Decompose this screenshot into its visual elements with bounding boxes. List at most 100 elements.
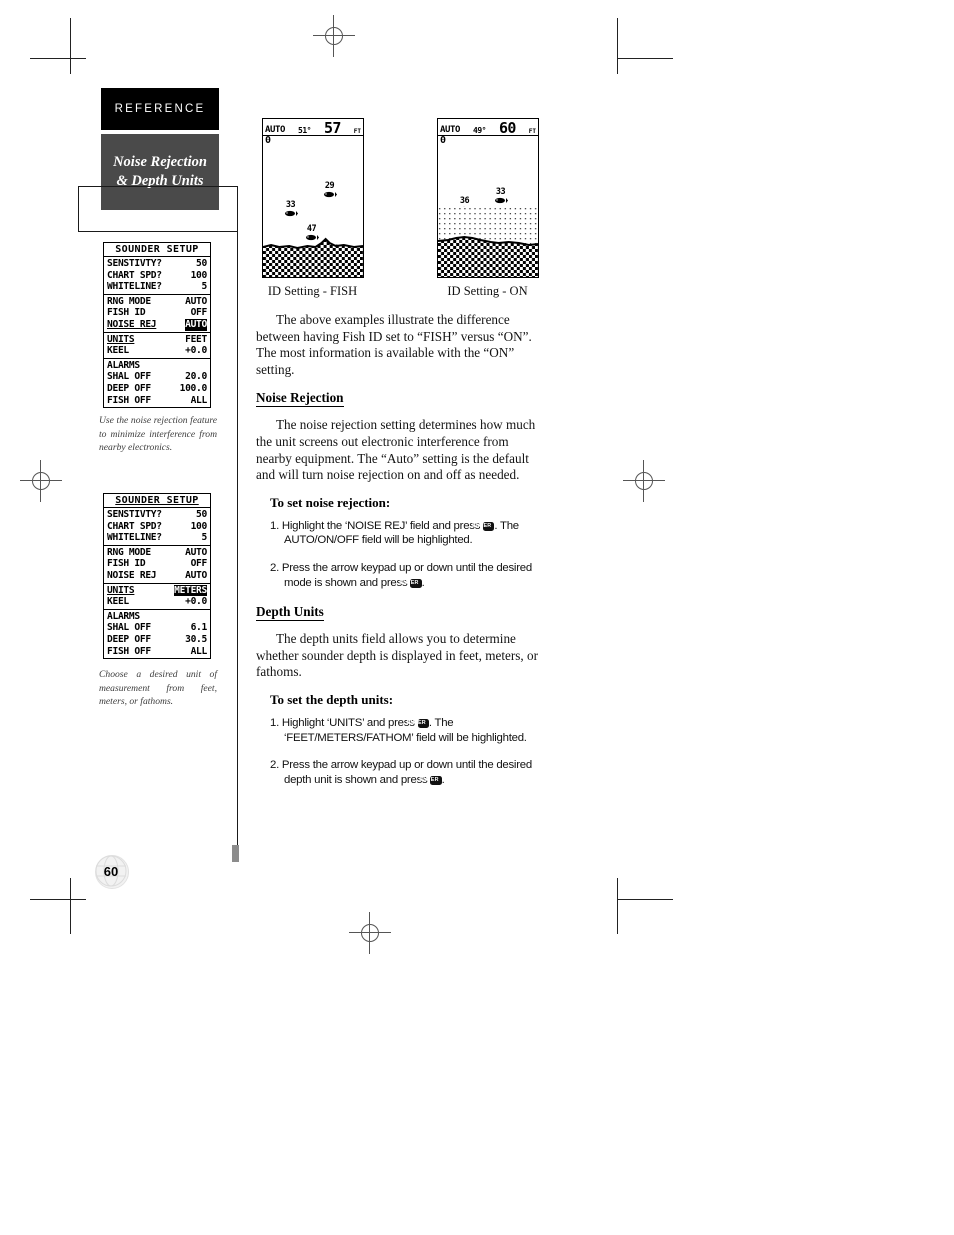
value: 50 <box>196 258 207 269</box>
label: NOISE REJ <box>107 569 157 581</box>
setup-row-alarms: ALARMS <box>104 611 210 623</box>
label: ALARMS <box>107 610 140 622</box>
setup-row-units[interactable]: UNITS METERS <box>104 584 210 597</box>
label: WHITELINE? <box>107 532 162 544</box>
fish-target-depth: 33 <box>285 200 296 210</box>
setup-row-range-mode[interactable]: RNG MODE AUTO <box>104 547 210 559</box>
sidebar-caption-units: Choose a desired unit of measurement fro… <box>99 669 217 708</box>
fish-target-depth: 36 <box>459 196 470 206</box>
label: UNITS <box>107 333 135 345</box>
crop-mark-bottom-right-h <box>617 899 673 900</box>
crop-mark-bottom-right-v <box>617 878 618 934</box>
setup-row-whiteline[interactable]: WHITELINE? 5 <box>104 281 210 293</box>
sidebar-caption-noise: Use the noise rejection feature to minim… <box>99 415 217 454</box>
setup-row-deep-alarm[interactable]: DEEP OFF 30.5 <box>104 634 210 646</box>
value: 5 <box>201 281 208 293</box>
fish-symbol-icon <box>285 210 298 217</box>
section-tab-mark <box>232 845 239 862</box>
setup-row-sensitivity[interactable]: SENSTIVTY? 50 <box>104 509 210 521</box>
setup-row-whiteline[interactable]: WHITELINE? 5 <box>104 532 210 544</box>
sonar-caption-fish: ID Setting - FISH <box>267 284 358 298</box>
noise-step-1: 1. Highlight the ‘NOISE REJ’ field and p… <box>270 519 544 548</box>
setup-row-keel[interactable]: KEEL +0.0 <box>104 345 210 357</box>
noise-rejection-paragraph: The noise rejection setting determines h… <box>256 417 536 483</box>
seabed-graphic-fish <box>263 237 363 277</box>
value: 50 <box>196 509 207 520</box>
value: 100.0 <box>179 382 208 394</box>
setup-group-3-meters: UNITS METERS KEEL +0.0 <box>104 584 210 610</box>
label: ALARMS <box>107 359 140 371</box>
setup-row-fish-id[interactable]: FISH ID OFF <box>104 307 210 319</box>
setup-group-2-feet: RNG MODE AUTO FISH ID OFF NOISE REJ AUTO <box>104 295 210 333</box>
noise-step-2-text-b: . <box>421 576 425 589</box>
setup-row-shallow-alarm[interactable]: SHAL OFF 6.1 <box>104 622 210 634</box>
sonar-mode-label: AUTO <box>265 125 286 135</box>
setup-row-units[interactable]: UNITS FEET <box>104 334 210 346</box>
value-highlighted: AUTO <box>185 318 207 331</box>
value: AUTO <box>185 546 207 558</box>
value: FEET <box>185 333 207 345</box>
label: DEEP OFF <box>107 382 151 394</box>
value: AUTO <box>185 295 207 307</box>
crop-mark-bottom-left-h <box>30 899 86 900</box>
label: KEEL <box>107 596 129 608</box>
registration-mark-right <box>623 460 665 502</box>
sonar-scale-top: 0 <box>440 135 447 146</box>
registration-mark-bottom <box>349 912 391 954</box>
label: FISH ID <box>107 558 146 570</box>
reference-tab: REFERENCE <box>101 88 219 130</box>
label: SENSTIVTY? <box>107 258 162 269</box>
fish-target-depth: 47 <box>306 224 317 234</box>
sonar-depth-unit: FT <box>528 128 536 135</box>
registration-mark-top <box>313 15 355 57</box>
depth-steps-list: 1. Highlight ‘UNITS’ and press ENTER. Th… <box>256 716 544 787</box>
setup-row-alarms: ALARMS <box>104 360 210 372</box>
enter-key-icon: ENTER <box>399 578 422 588</box>
seabed-graphic-on <box>438 207 538 277</box>
sonar-temperature: 51° <box>298 126 311 135</box>
label: CHART SPD? <box>107 520 162 532</box>
depth-step-2-text-b: . <box>441 773 445 786</box>
noise-step-2: 2. Press the arrow keypad up or down unt… <box>270 561 544 590</box>
setup-row-fish-alarm[interactable]: FISH OFF ALL <box>104 646 210 658</box>
setup-row-chart-speed[interactable]: CHART SPD? 100 <box>104 521 210 533</box>
sidebar-rule-top <box>78 186 238 187</box>
intro-paragraph: The above examples illustrate the differ… <box>256 312 532 377</box>
enter-key-icon: ENTER <box>472 521 495 531</box>
setup-row-fish-alarm[interactable]: FISH OFF ALL <box>104 395 210 407</box>
setup-row-chart-speed[interactable]: CHART SPD? 100 <box>104 270 210 282</box>
label: FISH OFF <box>107 645 151 657</box>
noise-steps-heading: To set noise rejection: <box>270 494 391 510</box>
enter-key-icon: ENTER <box>407 718 429 728</box>
crop-mark-top-right-h <box>617 58 673 59</box>
setup-row-deep-alarm[interactable]: DEEP OFF 100.0 <box>104 383 210 395</box>
setup-title-feet: SOUNDER SETUP <box>104 243 210 257</box>
enter-key-icon: ENTER <box>419 775 442 785</box>
fish-symbol-icon <box>324 191 337 198</box>
column-divider-rule <box>237 186 238 858</box>
fish-target-depth: 33 <box>495 187 506 197</box>
main-content-column: The above examples illustrate the differ… <box>256 312 544 800</box>
setup-row-noise-rej[interactable]: NOISE REJ AUTO <box>104 318 210 331</box>
depth-units-paragraph: The depth units field allows you to dete… <box>256 631 538 680</box>
setup-row-range-mode[interactable]: RNG MODE AUTO <box>104 296 210 308</box>
value: 5 <box>201 532 208 544</box>
value: AUTO <box>185 569 207 581</box>
sonar-mode-label: AUTO <box>440 125 461 135</box>
depth-step-1: 1. Highlight ‘UNITS’ and press ENTER. Th… <box>270 716 544 745</box>
setup-row-noise-rej[interactable]: NOISE REJ AUTO <box>104 570 210 582</box>
sonar-depth-value: 60 <box>498 119 516 137</box>
setup-row-shallow-alarm[interactable]: SHAL OFF 20.0 <box>104 371 210 383</box>
setup-row-fish-id[interactable]: FISH ID OFF <box>104 558 210 570</box>
sonar-scale-top: 0 <box>265 135 272 146</box>
sonar-depth-value: 57 <box>323 119 341 137</box>
sonar-display-fish-id: AUTO 51° 57FT 0 70 33 29 47 56 <box>262 118 364 278</box>
sonar-temperature: 49° <box>473 126 486 135</box>
sonar-header-on: AUTO 49° 60 FT <box>438 119 538 136</box>
depth-step-2: 2. Press the arrow keypad up or down unt… <box>270 758 544 787</box>
setup-row-sensitivity[interactable]: SENSTIVTY? 50 <box>104 258 210 270</box>
value-highlighted: METERS <box>174 584 207 597</box>
setup-row-keel[interactable]: KEEL +0.0 <box>104 596 210 608</box>
label: CHART SPD? <box>107 269 162 281</box>
sonar-display-id-on: AUTO 49° 60FT 0 70 36 33 <box>437 118 539 278</box>
